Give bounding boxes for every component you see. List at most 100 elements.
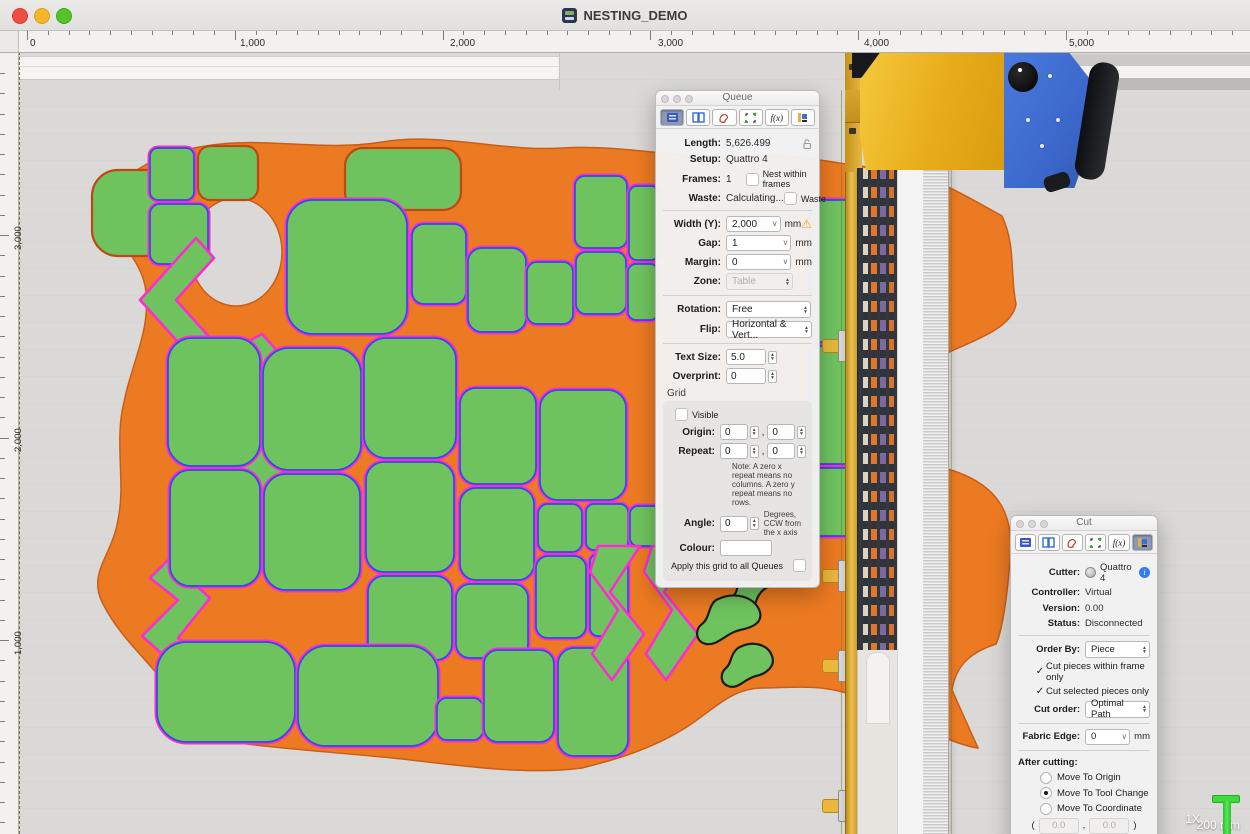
cut-order-popup[interactable]: Optimal Path▲▼ [1085, 701, 1150, 718]
fabric-edge-row: Fabric Edge: 0∨ mm [1018, 729, 1150, 745]
text-size-input[interactable]: 5.0 [726, 349, 766, 365]
check-selected-only-row[interactable]: ✓ Cut selected pieces only [1034, 685, 1150, 698]
ruler-tick [0, 73, 5, 74]
grid-origin-x-stepper[interactable]: ▲▼ [750, 426, 759, 439]
tab-machine[interactable] [791, 109, 815, 126]
grid-angle-input[interactable]: 0 [720, 516, 748, 532]
ruler-tick [0, 458, 5, 459]
setup-value: Quattro 4 [726, 154, 768, 165]
nest-piece[interactable] [412, 224, 466, 304]
overprint-input[interactable]: 0 [726, 368, 766, 384]
text-size-row: Text Size: 5.0 ▲▼ [663, 349, 812, 365]
down-arrow-icon: ▼ [770, 357, 775, 362]
ruler-corner [0, 30, 19, 53]
cut-panel-header[interactable]: Cut [1011, 516, 1157, 531]
grid-origin-y-input[interactable]: 0 [767, 424, 795, 440]
grid-visible-checkbox[interactable] [675, 408, 688, 421]
order-by-popup[interactable]: Piece▲▼ [1085, 641, 1150, 658]
nest-piece[interactable] [364, 338, 456, 458]
tab-sheets[interactable] [686, 109, 710, 126]
radio-icon[interactable] [1040, 772, 1052, 784]
tab-queue[interactable] [1015, 534, 1036, 551]
nest-piece[interactable] [298, 646, 438, 746]
window-titlebar[interactable]: NESTING_DEMO [0, 0, 1250, 31]
tab-pieces[interactable] [712, 109, 736, 126]
grid-repeat-y-input[interactable]: 0 [767, 443, 795, 459]
grid-repeat-y-stepper[interactable]: ▲▼ [797, 445, 806, 458]
apply-grid-checkbox[interactable] [793, 559, 806, 572]
nest-piece[interactable] [157, 642, 295, 742]
nest-piece[interactable] [628, 264, 658, 320]
nest-piece[interactable] [456, 584, 528, 658]
grid-colour-swatch[interactable] [720, 540, 772, 556]
radio-icon[interactable] [1040, 803, 1052, 815]
lock-open-icon[interactable] [803, 139, 812, 149]
nest-piece[interactable] [576, 252, 626, 314]
version-value: 0.00 [1085, 603, 1104, 614]
queue-panel-header[interactable]: Queue [656, 91, 819, 106]
grid-repeat-x-stepper[interactable]: ▲▼ [750, 445, 759, 458]
nest-piece[interactable] [527, 262, 573, 324]
grid-angle-stepper[interactable]: ▲▼ [750, 517, 759, 530]
nest-piece[interactable] [468, 248, 526, 332]
nest-piece[interactable] [150, 148, 194, 200]
setup-row: Setup: Quattro 4 [663, 153, 812, 166]
chevron-down-icon: ∨ [772, 220, 778, 228]
tab-select[interactable] [739, 109, 763, 126]
flip-popup[interactable]: Horizontal & Vert...▲▼ [726, 321, 812, 338]
tab-function[interactable]: f(x) [765, 109, 789, 126]
move-to-origin-radio-row[interactable]: Move To Origin [1040, 771, 1150, 784]
nest-piece[interactable] [437, 698, 483, 740]
nest-piece[interactable] [540, 390, 626, 500]
tab-pieces[interactable] [1062, 534, 1083, 551]
radio-selected-icon[interactable] [1040, 787, 1052, 799]
move-to-coordinate-radio-row[interactable]: Move To Coordinate [1040, 802, 1150, 815]
tab-sheets[interactable] [1038, 534, 1059, 551]
nest-piece[interactable] [287, 200, 407, 334]
apply-grid-row: Apply this grid to all Queues [669, 559, 806, 572]
cut-panel: Cut f(x) Cutter: Quattro 4 i Controller:… [1010, 515, 1158, 834]
nest-piece[interactable] [170, 470, 260, 586]
grid-section-title: Grid [667, 388, 812, 399]
ruler-tick [0, 600, 5, 601]
tab-function[interactable]: f(x) [1108, 534, 1129, 551]
ruler-tick [0, 154, 5, 155]
text-size-stepper[interactable]: ▲▼ [768, 351, 777, 364]
rotation-row: Rotation: Free▲▼ [663, 301, 812, 318]
margin-combo[interactable]: 0∨ [726, 254, 791, 270]
nest-within-frames-checkbox[interactable] [746, 173, 759, 186]
nest-piece[interactable] [575, 176, 627, 248]
waste-checkbox[interactable] [784, 192, 797, 205]
nest-piece[interactable] [168, 338, 260, 466]
divider [663, 210, 812, 211]
nest-piece[interactable] [264, 474, 360, 590]
grid-origin-y-stepper[interactable]: ▲▼ [797, 426, 806, 439]
overprint-stepper[interactable]: ▲▼ [768, 370, 777, 383]
move-to-tool-change-radio-row[interactable]: Move To Tool Change [1040, 787, 1150, 800]
check-frame-only-row[interactable]: ✓ Cut pieces within frame only [1034, 661, 1150, 683]
nest-piece[interactable] [586, 504, 628, 550]
nest-piece[interactable] [536, 556, 586, 638]
nest-piece[interactable] [460, 388, 536, 484]
nest-piece[interactable] [484, 650, 554, 742]
tab-queue[interactable] [660, 109, 684, 126]
tab-select[interactable] [1085, 534, 1106, 551]
nest-piece[interactable] [460, 488, 534, 580]
ruler-tick [0, 195, 5, 196]
rotation-popup[interactable]: Free▲▼ [726, 301, 811, 318]
fabric-edge-combo[interactable]: 0∨ [1085, 729, 1130, 745]
nest-piece[interactable] [366, 462, 454, 572]
gap-combo[interactable]: 1∨ [726, 235, 791, 251]
grid-repeat-x-input[interactable]: 0 [720, 443, 748, 459]
nest-piece[interactable] [263, 348, 361, 470]
width-combo[interactable]: 2,000∨ [726, 216, 781, 232]
scale-bar [1223, 801, 1231, 834]
ruler-label: 3,000 [658, 38, 683, 49]
ruler-tick [0, 681, 5, 682]
tab-machine[interactable] [1132, 534, 1153, 551]
ruler-tick [443, 30, 444, 40]
grid-origin-x-input[interactable]: 0 [720, 424, 748, 440]
nest-piece[interactable] [198, 146, 258, 200]
nest-piece[interactable] [538, 504, 582, 552]
info-icon[interactable]: i [1139, 567, 1150, 578]
